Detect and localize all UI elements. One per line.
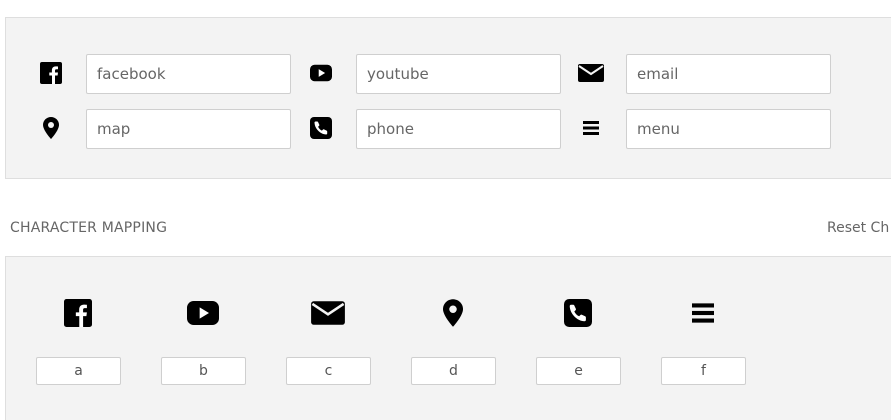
facebook-field[interactable] [86,54,291,94]
youtube-field[interactable] [356,54,561,94]
facebook-icon [61,296,95,330]
phone-icon [310,117,332,139]
character-key-phone[interactable]: e [536,357,621,385]
character-key-map[interactable]: d [411,357,496,385]
menu-icon [686,296,720,330]
section-title: CHARACTER MAPPING [10,220,168,236]
email-icon [578,62,604,84]
reset-button[interactable]: Reset Ch [827,220,889,236]
email-field[interactable] [626,54,831,94]
character-mapping-panel: a b c d e f [5,256,891,420]
character-key-menu[interactable]: f [661,357,746,385]
menu-icon [580,117,602,139]
map-marker-icon [40,117,62,139]
menu-field[interactable] [626,109,831,149]
youtube-icon [310,62,332,84]
map-field[interactable] [86,109,291,149]
email-icon [311,296,345,330]
character-key-youtube[interactable]: b [161,357,246,385]
phone-field[interactable] [356,109,561,149]
youtube-icon [186,296,220,330]
facebook-icon [40,62,62,84]
phone-icon [561,296,595,330]
character-key-email[interactable]: c [286,357,371,385]
map-marker-icon [436,296,470,330]
character-key-facebook[interactable]: a [36,357,121,385]
icon-input-panel [5,17,891,179]
